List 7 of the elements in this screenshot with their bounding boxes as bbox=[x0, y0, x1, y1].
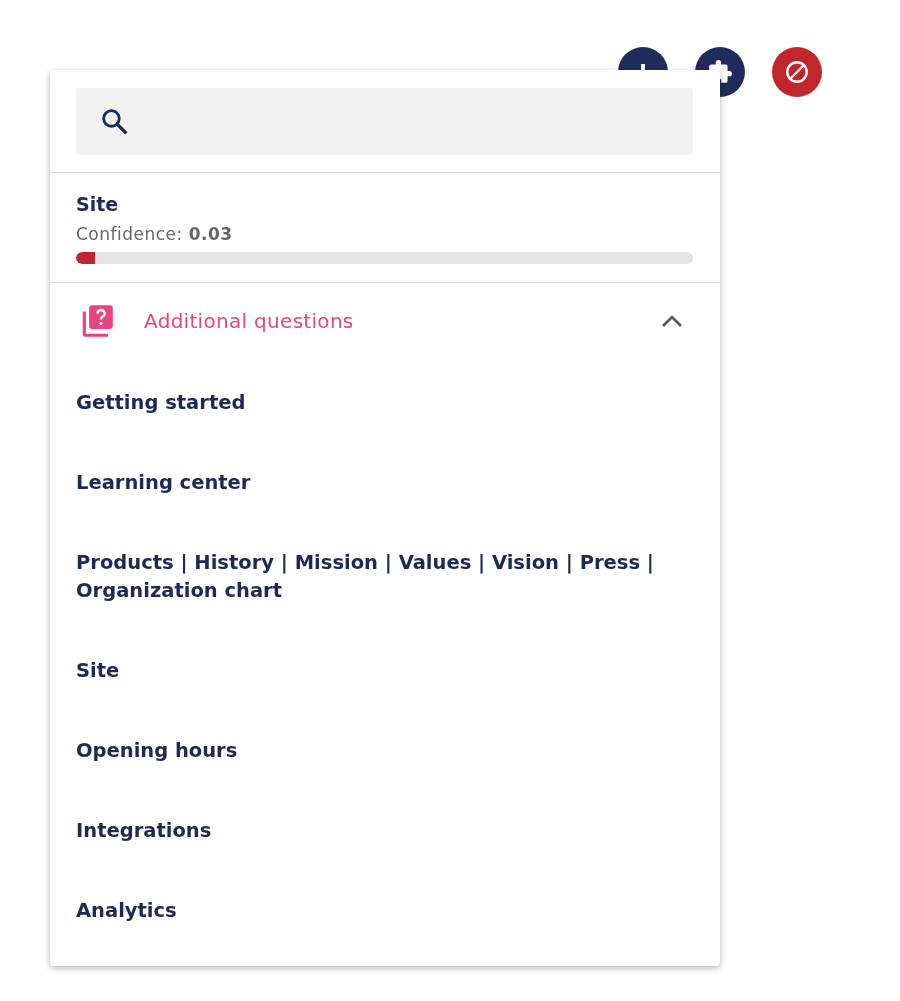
search-field[interactable] bbox=[76, 88, 693, 155]
confidence-text: Confidence: 0.03 bbox=[76, 224, 234, 244]
block-icon bbox=[784, 59, 810, 85]
chevron-up-icon bbox=[660, 313, 684, 329]
accordion-header[interactable]: Additional questions bbox=[50, 283, 720, 354]
block-button[interactable] bbox=[772, 47, 822, 97]
result-title: Site bbox=[76, 193, 120, 215]
